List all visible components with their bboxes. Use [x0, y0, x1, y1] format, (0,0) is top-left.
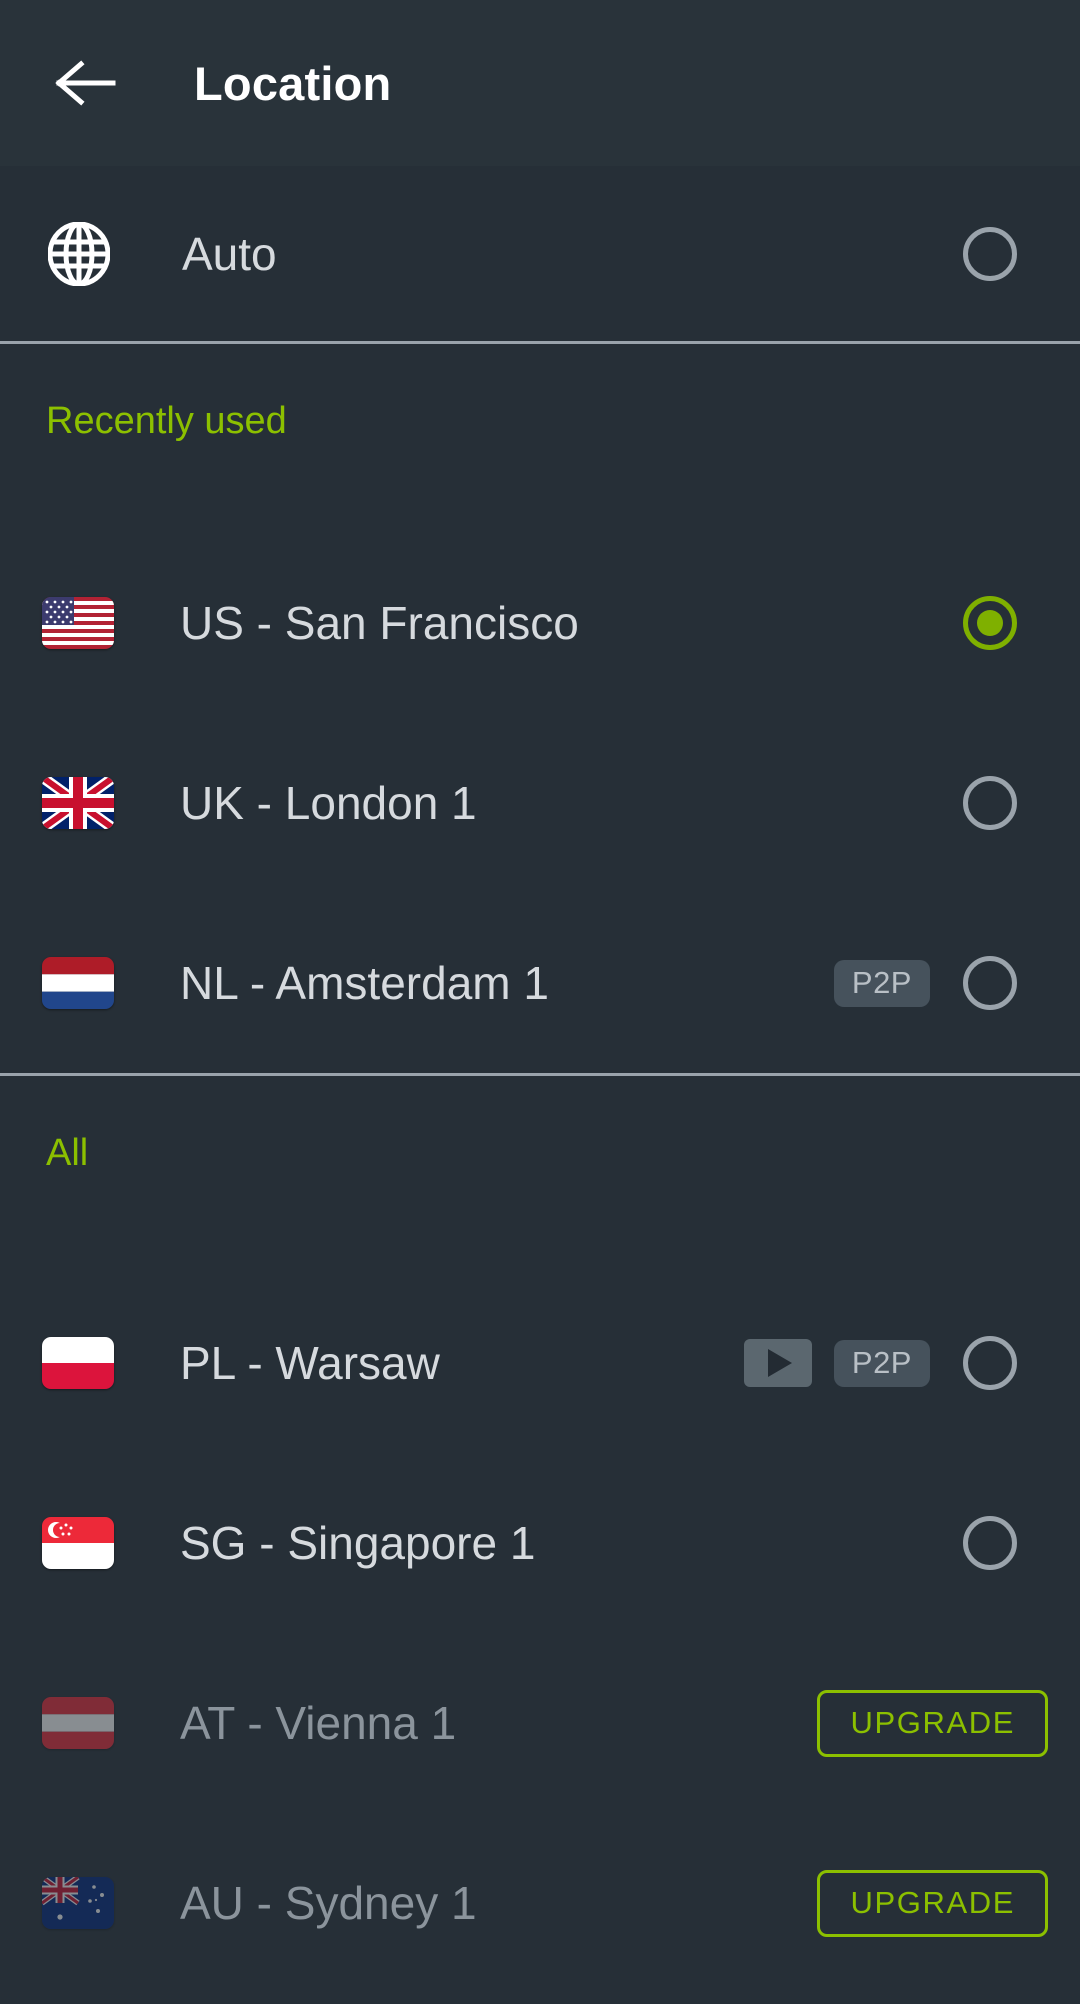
list-item-label: US - San Francisco: [180, 597, 579, 649]
section-title: All: [46, 1132, 89, 1174]
sg-flag: [42, 1517, 114, 1569]
list-item-label: Auto: [182, 227, 277, 280]
radio-button[interactable]: [963, 776, 1017, 830]
radio-pl-warsaw[interactable]: [930, 1336, 1050, 1390]
upgrade-wrapper: UPGRADE: [817, 1689, 1048, 1757]
app-bar: Location: [0, 0, 1080, 166]
row-badges: P2P: [833, 959, 930, 1007]
list-item-at-vienna-1[interactable]: AT - Vienna 1 UPGRADE: [0, 1633, 1080, 1813]
list-item-label: NL - Amsterdam 1: [180, 957, 549, 1009]
list-item-au-sydney-1[interactable]: AU - Sydney 1 UPGRADE: [0, 1813, 1080, 1993]
list-item-nl-amsterdam-1[interactable]: NL - Amsterdam 1 P2P: [0, 893, 1080, 1073]
radio-us-san-francisco[interactable]: [930, 596, 1050, 650]
p2p-badge: P2P: [833, 1339, 930, 1387]
upgrade-button[interactable]: UPGRADE: [817, 1869, 1048, 1937]
us-flag: [42, 597, 114, 649]
radio-button[interactable]: [963, 226, 1017, 281]
page-title: Location: [194, 56, 392, 110]
list-item-label: AU - Sydney 1: [180, 1877, 477, 1929]
row-badges: P2P: [743, 1339, 930, 1387]
back-button[interactable]: [48, 45, 124, 121]
radio-sg-singapore-1[interactable]: [930, 1516, 1050, 1570]
radio-auto[interactable]: [930, 226, 1050, 281]
pl-flag: [42, 1337, 114, 1389]
list-item-pl-warsaw[interactable]: PL - Warsaw P2P: [0, 1273, 1080, 1453]
uk-flag: [42, 777, 114, 829]
p2p-badge: P2P: [833, 959, 930, 1007]
radio-button[interactable]: [963, 956, 1017, 1010]
play-icon: [743, 1339, 812, 1387]
globe-icon: [42, 217, 116, 291]
radio-nl-amsterdam-1[interactable]: [930, 956, 1050, 1010]
upgrade-button[interactable]: UPGRADE: [817, 1689, 1048, 1757]
location-screen: Location Auto Recently used US - San Fra…: [0, 0, 1080, 2004]
location-list: Auto Recently used US - San Francisco UK…: [0, 166, 1080, 2004]
list-item-uk-london-1[interactable]: UK - London 1: [0, 713, 1080, 893]
play-triangle: [768, 1349, 793, 1377]
list-item-label: PL - Warsaw: [180, 1337, 440, 1389]
radio-button[interactable]: [963, 1336, 1017, 1390]
list-item-us-san-francisco[interactable]: US - San Francisco: [0, 533, 1080, 713]
list-item-label: SG - Singapore 1: [180, 1517, 536, 1569]
upgrade-wrapper: UPGRADE: [817, 1869, 1048, 1937]
list-item-label: UK - London 1: [180, 777, 477, 829]
at-flag: [42, 1697, 114, 1749]
section-header-all: All: [0, 1076, 1080, 1185]
radio-uk-london-1[interactable]: [930, 776, 1050, 830]
arrow-left-icon: [55, 60, 117, 106]
section-header-recently-used: Recently used: [0, 344, 1080, 453]
nl-flag: [42, 957, 114, 1009]
section-title: Recently used: [46, 400, 287, 442]
list-item-sg-singapore-1[interactable]: SG - Singapore 1: [0, 1453, 1080, 1633]
radio-button-selected[interactable]: [963, 596, 1017, 650]
au-flag: [42, 1877, 114, 1929]
list-item-label: AT - Vienna 1: [180, 1697, 457, 1749]
radio-button[interactable]: [963, 1516, 1017, 1570]
list-item-auto[interactable]: Auto: [0, 166, 1080, 341]
